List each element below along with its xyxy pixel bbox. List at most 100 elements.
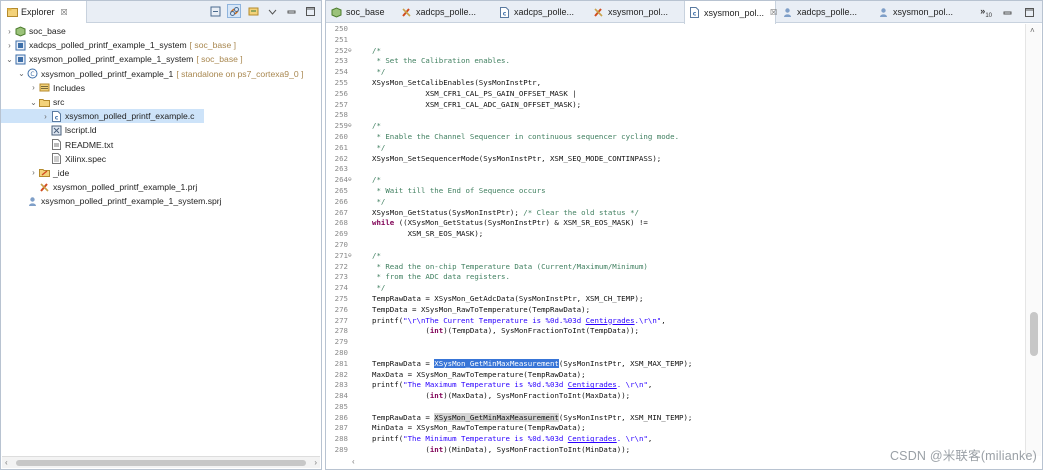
expand-toggle-icon[interactable]: ⌄ [29,98,38,107]
scrollbar-thumb[interactable] [1030,312,1038,356]
code-line[interactable]: 255 XSysMon_SetCalibEnables(SysMonInstPtr… [326,78,1024,89]
code-area[interactable]: 250 251 252 ⊖/* 253 * Set the Calibration en… [326,24,1024,456]
expand-toggle-icon[interactable]: › [41,112,50,121]
tree-item[interactable]: README.txt [1,138,321,152]
c-file-icon: c [689,7,700,19]
expand-toggle-icon[interactable]: › [5,41,14,50]
tree-item[interactable]: › xadcps_polled_printf_example_1_system[ … [1,38,321,52]
editor-tab[interactable]: xadcps_polle... [777,1,872,23]
close-icon[interactable]: ☒ [61,8,68,17]
editor-tab[interactable]: xadcps_polle... [396,1,492,23]
code-line[interactable]: 275 TempRawData = XSysMon_GetAdcData(SysM… [326,294,1024,305]
code-line[interactable]: 277 printf("\r\nThe Current Temperature i… [326,316,1024,327]
code-line[interactable]: 282 MaxData = XSysMon_RawToTemperature(Te… [326,370,1024,381]
code-line[interactable]: 268 while ((XSysMon_GetStatus(SysMonInstP… [326,218,1024,229]
editor-tab[interactable]: xsysmon_pol... [588,1,682,23]
tree-item[interactable]: lscript.ld [1,123,321,137]
scrollbar-thumb[interactable] [16,460,306,466]
fold-toggle-icon[interactable]: ⊖ [348,121,355,132]
code-line[interactable]: 288 printf("The Minimum Temperature is %0… [326,434,1024,445]
code-line[interactable]: 253 * Set the Calibration enables. [326,56,1024,67]
link-with-editor-icon[interactable] [227,4,241,18]
code-line[interactable]: 287 MinData = XSysMon_RawToTemperature(Te… [326,423,1024,434]
code-line[interactable]: 270 [326,240,1024,251]
code-line[interactable]: 272 * Read the on-chip Temperature Data … [326,262,1024,273]
tree-item[interactable]: › Includes [1,81,321,95]
view-menu-icon[interactable] [265,4,279,18]
expand-toggle-icon[interactable]: › [29,168,38,177]
code-text: XSysMon_SetCalibEnables(SysMonInstPtr, [355,78,541,89]
expand-toggle-icon[interactable]: ⌄ [5,55,14,64]
tree-item[interactable]: ⌄ src [1,95,321,109]
code-line[interactable]: 273 * from the ADC data registers. [326,272,1024,283]
line-number: 259 [334,121,348,131]
filter-icon[interactable] [246,4,260,18]
fold-gutter [348,164,355,175]
fold-toggle-icon[interactable]: ⊖ [348,251,355,262]
code-token: MinData = XSysMon_RawToTemperature(TempR… [372,423,586,433]
editor-tab[interactable]: soc_base [326,1,396,23]
code-line[interactable]: 286 TempRawData = XSysMon_GetMinMaxMeasur… [326,412,1024,424]
tab-explorer[interactable]: Explorer ☒ [1,1,87,23]
fold-gutter [348,294,355,305]
tree-item[interactable]: › _ide [1,166,321,180]
editor-vertical-scrollbar[interactable]: ˄ [1025,24,1041,456]
code-line[interactable]: 278 (int)(TempData), SysMonFractionToInt… [326,326,1024,337]
editor-tab[interactable]: xsysmon_pol... [873,1,968,23]
code-line[interactable]: 274 */ [326,283,1024,294]
fold-toggle-icon[interactable]: ⊖ [348,46,355,57]
code-line[interactable]: 267 XSysMon_GetStatus(SysMonInstPtr); /* … [326,208,1024,219]
scroll-left-icon[interactable]: ‹ [352,457,355,466]
close-icon[interactable]: ☒ [770,8,777,17]
scroll-up-icon[interactable]: ˄ [1030,26,1035,35]
project-tree: › soc_base › xadcps_polled_printf_example_1… [1,24,321,208]
minimize-icon[interactable] [284,4,298,18]
code-line[interactable]: 256 XSM_CFR1_CAL_PS_GAIN_OFFSET_MASK | [326,89,1024,100]
editor-tab[interactable]: c xsysmon_pol... ☒ [684,1,777,24]
minimize-icon[interactable] [1000,5,1014,19]
code-line[interactable]: 254 */ [326,67,1024,78]
collapse-all-icon[interactable] [208,4,222,18]
code-line[interactable]: 259 ⊖ /* [326,121,1024,132]
code-line[interactable]: 260 * Enable the Channel Sequencer in co… [326,132,1024,143]
expand-toggle-icon[interactable]: ⌄ [17,69,26,78]
maximize-icon[interactable] [1022,5,1036,19]
code-line[interactable]: 280 [326,348,1024,359]
code-line[interactable]: 271 ⊖ /* [326,251,1024,262]
tree-item[interactable]: › soc_base [1,24,321,38]
scroll-left-icon[interactable]: ‹ [5,458,8,467]
code-line[interactable]: 285 [326,402,1024,413]
code-line[interactable]: 284 (int)(MaxData), SysMonFractionToInt(… [326,391,1024,402]
code-line[interactable]: 250 [326,24,1024,35]
code-line[interactable]: 252 ⊖ /* [326,46,1024,57]
fold-toggle-icon[interactable]: ⊖ [348,175,355,186]
code-line[interactable]: 269 XSM_SR_EOS_MASK); [326,229,1024,240]
scroll-right-icon[interactable]: › [314,458,317,467]
code-line[interactable]: 266 */ [326,197,1024,208]
tree-item[interactable]: xsysmon_polled_printf_example_1.prj [1,180,321,194]
code-line[interactable]: 263 [326,164,1024,175]
maximize-icon[interactable] [303,4,317,18]
tree-item[interactable]: ⌄ Cxsysmon_polled_printf_example_1[ stand… [1,67,321,81]
code-line[interactable]: 265 * Wait till the End of Sequence occu… [326,186,1024,197]
code-line[interactable]: 264 ⊖ /* [326,175,1024,186]
code-line[interactable]: 257 XSM_CFR1_CAL_ADC_GAIN_OFFSET_MASK); [326,100,1024,111]
tree-item[interactable]: ⌄ xsysmon_polled_printf_example_1_system[… [1,52,321,66]
tree-item[interactable]: xsysmon_polled_printf_example_1_system.s… [1,194,321,208]
code-line[interactable]: 261 */ [326,143,1024,154]
tree-item-label: soc_base [29,26,66,37]
expand-toggle-icon[interactable]: › [29,83,38,92]
tree-item[interactable]: Xilinx.spec [1,152,321,166]
code-line[interactable]: 262 XSysMon_SetSequencerMode(SysMonInstPt… [326,154,1024,165]
code-line[interactable]: 251 [326,35,1024,46]
expand-toggle-icon[interactable]: › [5,27,14,36]
tree-item[interactable]: › c xsysmon_polled_printf_example.c [1,109,204,124]
explorer-horizontal-scrollbar[interactable]: ‹ › [2,456,320,468]
editor-tab[interactable]: c xadcps_polle... [494,1,586,23]
code-line[interactable]: 258 [326,110,1024,121]
code-line[interactable]: 283 printf("The Maximum Temperature is %0… [326,380,1024,391]
tab-overflow-button[interactable]: »10 [980,6,992,19]
code-line[interactable]: 281 TempRawData = XSysMon_GetMinMaxMeasur… [326,358,1024,370]
code-line[interactable]: 279 [326,337,1024,348]
code-line[interactable]: 276 TempData = XSysMon_RawToTemperature(T… [326,305,1024,316]
